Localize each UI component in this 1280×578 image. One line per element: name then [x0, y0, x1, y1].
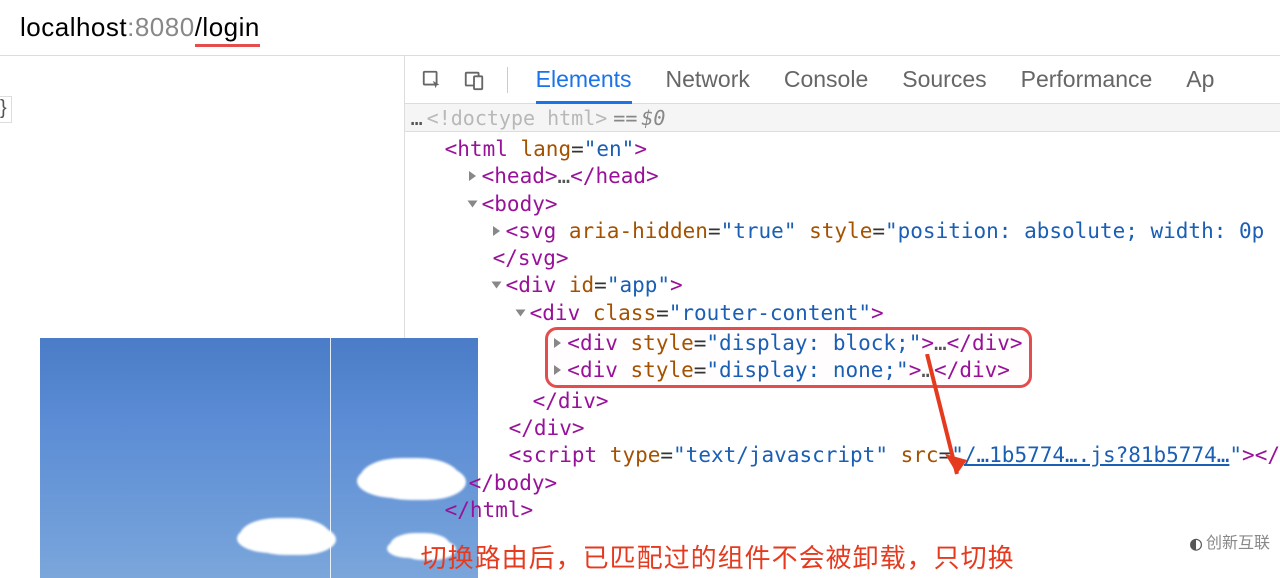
expand-triangle-icon[interactable] [467, 200, 477, 207]
expand-triangle-icon[interactable] [469, 171, 476, 181]
breadcrumb-dollar: $0 [641, 106, 665, 130]
dom-html-open[interactable]: <html lang="en"> [417, 136, 1280, 163]
dom-body-close[interactable]: </body> [417, 470, 1280, 497]
address-bar[interactable]: localhost:8080/login [0, 0, 1280, 56]
breadcrumb-doctype: <!doctype html> [427, 106, 608, 130]
tab-network[interactable]: Network [666, 56, 750, 104]
expand-triangle-icon[interactable] [515, 309, 525, 316]
dom-head[interactable]: <head>…</head> [417, 163, 1280, 190]
devtools-toolbar: Elements Network Console Sources Perform… [405, 56, 1280, 104]
dom-script[interactable]: <script type="text/javascript" src="/…1b… [417, 442, 1280, 469]
stray-character: } [0, 96, 12, 123]
devtools-panel: Elements Network Console Sources Perform… [405, 56, 1280, 578]
dom-tree[interactable]: <html lang="en"> <head>…</head> <body> <… [405, 132, 1280, 578]
inspect-icon[interactable] [419, 67, 445, 93]
expand-triangle-icon[interactable] [493, 226, 500, 236]
tab-performance[interactable]: Performance [1021, 56, 1153, 104]
dom-svg[interactable]: <svg aria-hidden="true" style="position:… [417, 218, 1280, 245]
dom-svg-close[interactable]: </svg> [417, 245, 1280, 272]
device-toolbar-icon[interactable] [461, 67, 487, 93]
page-content-pane: } [0, 56, 405, 578]
highlight-box: <div style="display: block;">…</div> <di… [545, 327, 1031, 388]
expand-triangle-icon[interactable] [554, 338, 561, 348]
dom-div-close2[interactable]: </div> [417, 415, 1280, 442]
expand-triangle-icon[interactable] [491, 282, 501, 289]
dom-div-close[interactable]: </div> [417, 388, 1280, 415]
main-split: } Elements Network Console Sources Perfo… [0, 56, 1280, 578]
expand-triangle-icon[interactable] [554, 365, 561, 375]
breadcrumb-ellipsis: … [411, 106, 423, 130]
tab-sources[interactable]: Sources [902, 56, 986, 104]
dom-body-open[interactable]: <body> [417, 191, 1280, 218]
devtools-tabs: Elements Network Console Sources Perform… [536, 56, 1215, 104]
breadcrumb-eq: == [613, 106, 637, 130]
toolbar-separator [507, 67, 508, 93]
breadcrumb-bar[interactable]: … <!doctype html> == $0 [405, 104, 1280, 132]
dom-html-close[interactable]: </html> [417, 497, 1280, 524]
annotation-text: 切换路由后，已匹配过的组件不会被卸载，只切换 [421, 542, 1015, 576]
watermark-logo-icon: ◐ [1190, 530, 1202, 556]
watermark-label: 创新互联 [1206, 533, 1270, 554]
watermark: ◐ 创新互联 [1186, 528, 1274, 558]
tab-application-partial[interactable]: Ap [1186, 56, 1214, 104]
dom-router-content[interactable]: <div class="router-content"> [417, 300, 1280, 327]
dom-app[interactable]: <div id="app"> [417, 272, 1280, 299]
tab-console[interactable]: Console [784, 56, 868, 104]
url-text: localhost:8080/login [20, 12, 260, 43]
dom-highlighted-block[interactable]: <div style="display: block;">…</div> <di… [417, 327, 1280, 388]
tab-elements[interactable]: Elements [536, 56, 632, 104]
